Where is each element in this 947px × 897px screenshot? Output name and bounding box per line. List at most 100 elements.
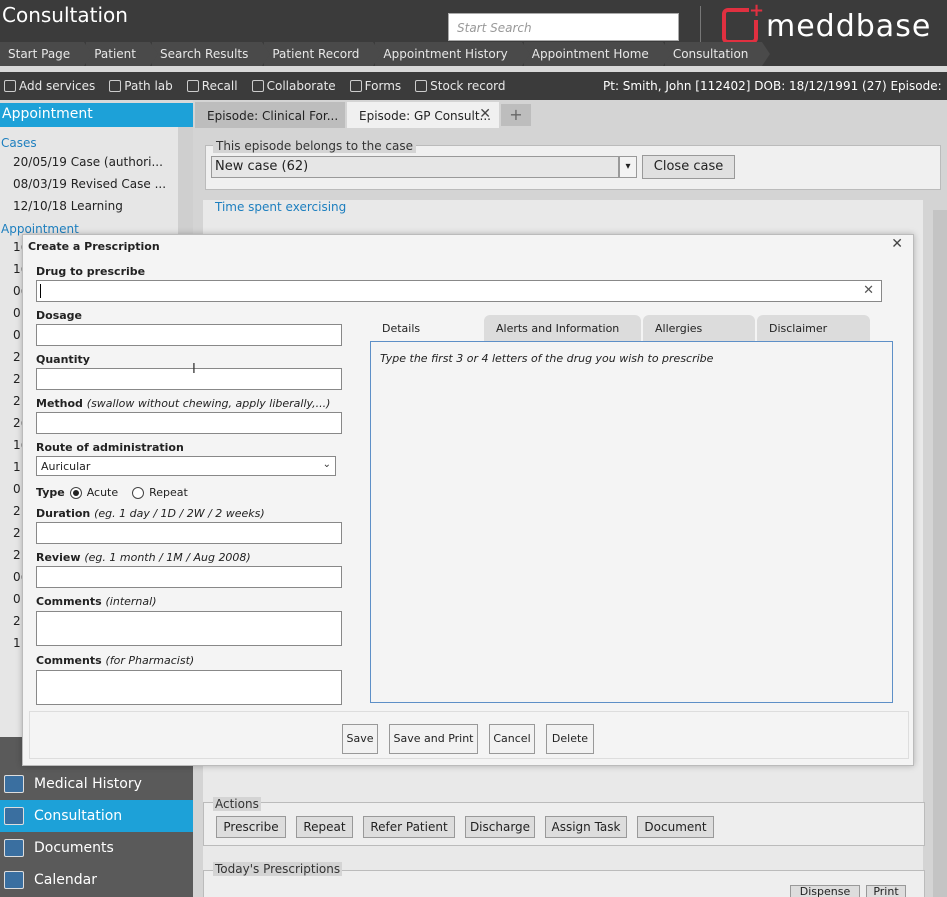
logo-text: meddbase (766, 8, 932, 44)
breadcrumb-appointment-home[interactable]: Appointment Home (523, 42, 671, 66)
recall-icon (186, 80, 199, 92)
prescribe-button[interactable]: Prescribe (216, 816, 286, 838)
method-input[interactable] (36, 412, 342, 434)
breadcrumb: Start Page Patient Search Results Patien… (0, 42, 947, 66)
comments-internal-label-text: Comments (36, 595, 102, 608)
sidebar-nav: Medical History Consultation Documents C… (0, 768, 193, 896)
quantity-input[interactable] (36, 368, 342, 390)
method-label: Method (swallow without chewing, apply l… (36, 397, 330, 410)
review-label-text: Review (36, 551, 81, 564)
tab-disclaimer[interactable]: Disclaimer (757, 315, 870, 341)
case-item[interactable]: 20/05/19 Case (authori... (0, 150, 178, 172)
document-button[interactable]: Document (637, 816, 714, 838)
tab-episode-clinical[interactable]: Episode: Clinical For... (195, 102, 345, 128)
type-acute-radio[interactable] (69, 486, 82, 499)
nav-calendar[interactable]: Calendar (0, 864, 193, 896)
close-case-button[interactable]: Close case (642, 155, 735, 179)
nav-label: Consultation (34, 808, 123, 824)
assign-task-button[interactable]: Assign Task (545, 816, 627, 838)
refer-patient-button[interactable]: Refer Patient (363, 816, 455, 838)
recall-button[interactable]: Recall (186, 79, 238, 93)
breadcrumb-search-results[interactable]: Search Results (151, 42, 271, 66)
tab-alerts[interactable]: Alerts and Information (484, 315, 641, 341)
nav-documents[interactable]: Documents (0, 832, 193, 864)
case-select[interactable]: New case (62) (211, 156, 619, 178)
review-input[interactable] (36, 566, 342, 588)
nav-consultation[interactable]: Consultation (0, 800, 193, 832)
add-tab-icon[interactable]: + (501, 104, 531, 126)
method-hint: (swallow without chewing, apply liberall… (86, 397, 331, 410)
collaborate-button[interactable]: Collaborate (251, 79, 336, 93)
stock-record-button[interactable]: Stock record (415, 79, 506, 93)
print-button[interactable]: Print (866, 885, 906, 897)
nav-label: Documents (34, 840, 114, 856)
chevron-down-icon[interactable]: ▾ (619, 156, 637, 178)
duration-input[interactable] (36, 522, 342, 544)
case-item[interactable]: 12/10/18 Learning (0, 194, 178, 216)
nav-label: Medical History (34, 776, 142, 792)
details-tabs: Details Alerts and Information Allergies… (370, 315, 890, 341)
nav-medical-history[interactable]: Medical History (0, 768, 193, 800)
main-scrollbar[interactable] (933, 210, 947, 897)
comments-pharmacist-label: Comments (for Pharmacist) (36, 654, 194, 667)
duration-label-text: Duration (36, 507, 91, 520)
app-title: Consultation (2, 3, 128, 27)
repeat-button[interactable]: Repeat (296, 816, 353, 838)
text-caret (40, 284, 41, 298)
discharge-button[interactable]: Discharge (465, 816, 535, 838)
chevron-down-icon: ⌄ (322, 459, 331, 470)
duration-hint: (eg. 1 day / 1D / 2W / 2 weeks) (94, 507, 265, 520)
search-input[interactable]: Start Search (448, 13, 679, 41)
tab-details[interactable]: Details (370, 315, 478, 341)
route-select[interactable]: Auricular ⌄ (36, 456, 336, 476)
close-icon[interactable]: ✕ (479, 106, 491, 122)
save-and-print-button[interactable]: Save and Print (389, 724, 478, 754)
appointments-label: Appointment (1, 222, 79, 236)
comments-pharmacist-label-text: Comments (36, 654, 102, 667)
forms-button[interactable]: Forms (349, 79, 402, 93)
comments-pharmacist-hint: (for Pharmacist) (105, 654, 195, 667)
close-icon[interactable]: ✕ (891, 236, 903, 252)
breadcrumb-patient[interactable]: Patient (86, 42, 158, 66)
breadcrumb-appointment-history[interactable]: Appointment History (375, 42, 531, 66)
exercising-label: Time spent exercising (215, 200, 347, 214)
recall-label: Recall (201, 79, 238, 93)
type-repeat-radio[interactable] (132, 486, 145, 499)
breadcrumb-consultation[interactable]: Consultation (664, 42, 770, 66)
comments-pharmacist-input[interactable] (36, 670, 342, 705)
duration-label: Duration (eg. 1 day / 1D / 2W / 2 weeks) (36, 507, 265, 520)
details-hint: Type the first 3 or 4 letters of the dru… (380, 352, 714, 365)
collaborate-icon (251, 80, 264, 92)
breadcrumb-start-page[interactable]: Start Page (0, 42, 93, 66)
tab-label: Episode: Clinical For... (207, 109, 339, 123)
details-panel: Type the first 3 or 4 letters of the dru… (370, 341, 893, 703)
tab-episode-gp[interactable]: Episode: GP Consult... ✕ (347, 102, 499, 128)
case-item[interactable]: 08/03/19 Revised Case ... (0, 172, 178, 194)
add-services-icon (4, 80, 16, 92)
path-lab-label: Path lab (124, 79, 173, 93)
save-button[interactable]: Save (342, 724, 378, 754)
drug-label: Drug to prescribe (36, 265, 146, 278)
cases-label: Cases (1, 136, 37, 150)
breadcrumb-patient-record[interactable]: Patient Record (264, 42, 382, 66)
comments-internal-label: Comments (internal) (36, 595, 156, 608)
tab-label: Episode: GP Consult... (359, 109, 491, 123)
dispense-button[interactable]: Dispense (790, 885, 860, 897)
comments-internal-input[interactable] (36, 611, 342, 646)
dosage-input[interactable] (36, 324, 342, 346)
create-prescription-dialog: Create a Prescription ✕ Drug to prescrib… (22, 234, 914, 766)
route-label: Route of administration (36, 441, 184, 454)
add-services-button[interactable]: Add services (4, 79, 95, 93)
drug-input[interactable]: ✕ (36, 280, 882, 302)
tab-allergies[interactable]: Allergies (643, 315, 755, 341)
forms-label: Forms (364, 79, 402, 93)
consultation-icon (4, 807, 24, 825)
path-lab-button[interactable]: Path lab (109, 79, 173, 93)
sidebar-title: Appointment (0, 103, 193, 127)
clear-icon[interactable]: ✕ (863, 283, 874, 298)
comments-internal-hint: (internal) (105, 595, 157, 608)
collaborate-label: Collaborate (266, 79, 336, 93)
delete-button[interactable]: Delete (546, 724, 594, 754)
cancel-button[interactable]: Cancel (489, 724, 535, 754)
type-label: Type (36, 486, 65, 499)
